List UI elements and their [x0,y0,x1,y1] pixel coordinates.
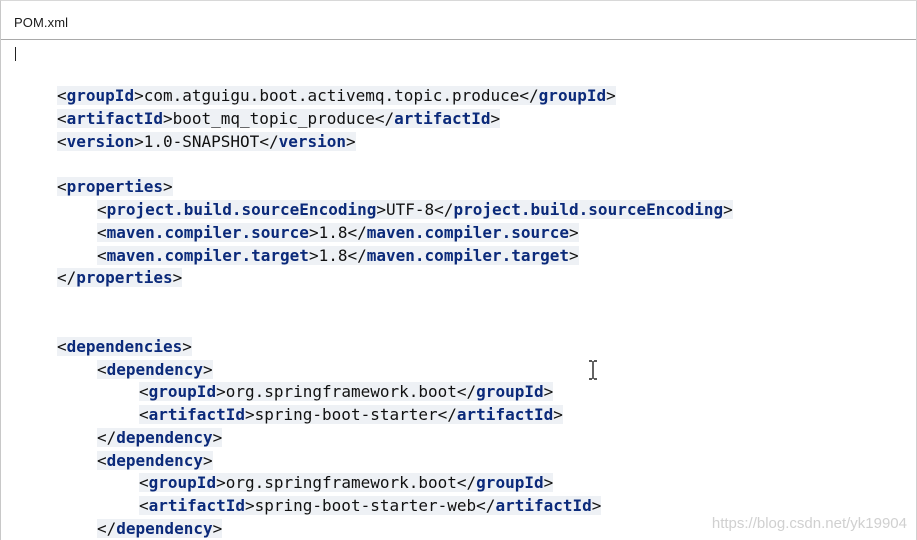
code-line[interactable]: <maven.compiler.target>1.8</maven.compil… [97,245,579,267]
text-caret [15,47,16,61]
watermark: https://blog.csdn.net/yk19904 [711,515,907,532]
code-line[interactable]: <groupId>org.springframework.boot</group… [139,472,554,494]
code-line[interactable]: </dependency> [97,427,223,449]
code-line[interactable]: <dependencies> [57,336,192,358]
code-line[interactable]: <groupId>org.springframework.boot</group… [139,381,554,403]
window-title: POM.xml [14,15,69,30]
code-editor[interactable]: <groupId>com.atguigu.boot.activemq.topic… [1,41,917,540]
code-line[interactable]: </properties> [57,267,183,289]
code-line[interactable]: <artifactId>spring-boot-starter</artifac… [139,404,563,426]
editor-window: POM.xml <groupId>com.atguigu.boot.active… [0,0,917,540]
code-line[interactable]: <maven.compiler.source>1.8</maven.compil… [97,222,579,244]
code-line[interactable]: <properties> [57,176,173,198]
code-line[interactable]: <dependency> [97,450,213,472]
code-line[interactable]: <artifactId>spring-boot-starter-web</art… [139,495,602,517]
code-line[interactable]: <version>1.0-SNAPSHOT</version> [57,131,356,153]
code-line[interactable]: </dependency> [97,518,223,540]
code-line[interactable]: <artifactId>boot_mq_topic_produce</artif… [57,108,501,130]
title-bar: POM.xml [1,1,917,40]
code-line[interactable]: <dependency> [97,359,213,381]
text-ibeam-cursor-icon [589,360,597,380]
code-line[interactable]: <project.build.sourceEncoding>UTF-8</pro… [97,199,733,221]
code-line[interactable]: <groupId>com.atguigu.boot.activemq.topic… [57,85,616,107]
